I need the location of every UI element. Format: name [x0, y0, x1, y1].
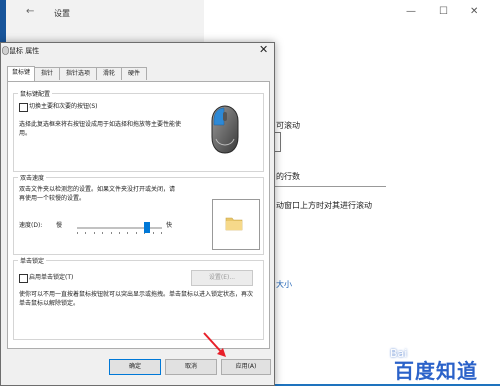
close-icon[interactable]: ✕: [470, 6, 478, 17]
mouse-icon: [2, 46, 9, 55]
click-lock-description: 使你可以不用一直按着鼠标按钮就可以突出显示或拖拽。单击鼠标以进入锁定状态，再次单…: [19, 291, 254, 307]
tab-pointers[interactable]: 指针: [34, 67, 60, 80]
double-click-description: 双击文件夹以检测您的设置。如果文件夹没打开或关闭，请再使用一个较慢的设置。: [19, 186, 176, 202]
slider-tick: [102, 232, 103, 234]
baidu-watermark: Bai 百度知道: [388, 346, 496, 383]
speed-fast-label: 快: [166, 222, 173, 229]
speed-slow-label: 慢: [56, 222, 63, 229]
click-lock-settings-button[interactable]: 设置(E)...: [191, 270, 253, 286]
slider-tick: [111, 232, 112, 234]
slider-tick: [119, 232, 120, 234]
button-config-label: 鼠标键配置: [18, 89, 53, 98]
slider-tick: [127, 232, 128, 234]
double-click-group: 双击速度 双击文件夹以检测您的设置。如果文件夹没打开或关闭，请再使用一个较慢的设…: [13, 173, 264, 255]
tab-hardware[interactable]: 硬件: [121, 67, 147, 80]
hover-scroll-text: 动窗口上方时对其进行滚动: [276, 201, 372, 210]
slider-tick: [94, 232, 95, 234]
maximize-icon[interactable]: ☐: [439, 6, 448, 17]
click-lock-group: 单击锁定 启用单击锁定(T) 设置(E)... 使你可以不用一直按着鼠标按钮就可…: [13, 256, 264, 340]
slider-tick: [85, 232, 86, 234]
back-arrow-icon[interactable]: ←: [26, 6, 34, 17]
slider-tick: [77, 232, 78, 234]
click-lock-checkbox-label: 启用单击锁定(T): [29, 274, 74, 281]
slider-tick: [153, 232, 154, 234]
rows-setting-text: 的行数: [276, 172, 300, 181]
tab-pointer-options[interactable]: 指针选项: [59, 67, 97, 80]
dialog-title: 鼠标 属性: [9, 47, 40, 55]
speed-label: 速度(D):: [19, 222, 43, 229]
slider-tick: [136, 232, 137, 234]
scroll-setting-text: 可滚动: [276, 121, 300, 130]
double-click-label: 双击速度: [18, 173, 47, 182]
folder-icon: [225, 217, 243, 231]
tab-buttons[interactable]: 鼠标键: [7, 66, 35, 81]
click-lock-checkbox[interactable]: [19, 274, 28, 283]
settings-titlebar: ← 设置 — ☐ ✕: [6, 0, 500, 26]
settings-title: 设置: [54, 9, 70, 18]
button-config-description: 选择此复选框来将右按钮设成用于如选择和拖放等主要性能使用。: [19, 121, 182, 137]
switch-buttons-checkbox[interactable]: [19, 103, 28, 112]
ok-button[interactable]: 确定: [109, 359, 161, 375]
mouse-illustration-icon: [211, 105, 239, 154]
tab-panel: 鼠标键配置 切换主要和次要的按钮(S) 选择此复选框来将右按钮设成用于如选择和拖…: [7, 81, 270, 349]
mouse-properties-dialog: 鼠标 属性 ✕ 鼠标键 指针 指针选项 滑轮 硬件 鼠标键配置 切换主要和次要的…: [0, 42, 275, 386]
switch-buttons-label: 切换主要和次要的按钮(S): [29, 103, 98, 110]
red-arrow-icon: [203, 332, 226, 357]
size-link[interactable]: 大小: [276, 279, 292, 290]
dialog-close-icon[interactable]: ✕: [259, 43, 268, 56]
slider-tick: [161, 232, 162, 234]
click-lock-label: 单击锁定: [18, 256, 47, 265]
slider-thumb[interactable]: [144, 222, 150, 233]
test-folder-box[interactable]: [212, 199, 260, 250]
button-config-group: 鼠标键配置 切换主要和次要的按钮(S) 选择此复选框来将右按钮设成用于如选择和拖…: [13, 89, 264, 172]
minimize-icon[interactable]: —: [406, 6, 416, 17]
double-click-speed-slider[interactable]: [77, 222, 162, 234]
cancel-button[interactable]: 取消: [165, 359, 217, 375]
watermark-text: 百度知道: [394, 359, 478, 383]
apply-button[interactable]: 应用(A): [221, 359, 271, 375]
tab-wheel[interactable]: 滑轮: [96, 67, 122, 80]
